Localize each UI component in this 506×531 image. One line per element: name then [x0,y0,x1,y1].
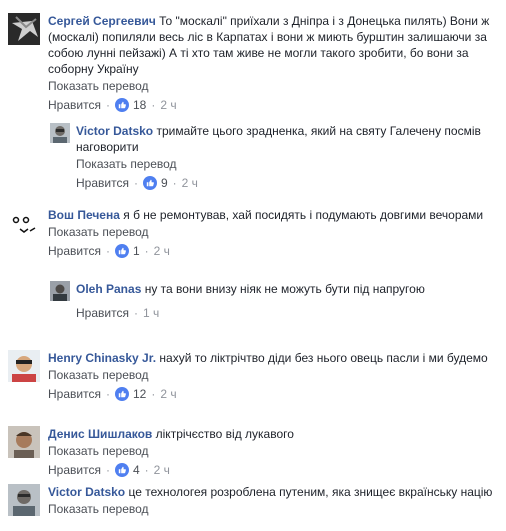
thumbs-up-icon [142,176,157,190]
reply: Oleh Panas ну та вони внизу ніяк не можу… [50,281,496,321]
avatar-image [8,426,40,458]
timestamp[interactable]: 2 ч [154,462,170,478]
show-translation-link[interactable]: Показать перевод [48,501,498,517]
avatar[interactable] [50,281,70,301]
comment: Сергей Сергеевич То "москалі" приїхали з… [8,13,498,113]
show-translation-link[interactable]: Показать перевод [48,443,498,459]
show-translation-link[interactable]: Показать перевод [48,367,498,383]
comment-actions: Нравится · 12 · 2 ч [48,386,498,402]
like-count: 9 [160,176,168,190]
comment-message: нахуй то ліктрічтво діди без нього овець… [159,351,488,365]
reply-text: Victor Datsko тримайте цього зрадненка, … [76,123,496,155]
author-name[interactable]: Victor Datsko [76,124,153,138]
reaction-count[interactable]: 18 [114,97,147,113]
like-count: 4 [132,463,140,477]
reply: Victor Datsko тримайте цього зрадненка, … [50,123,496,191]
thumbs-up-icon [114,244,129,258]
avatar[interactable] [50,123,70,143]
separator: · [144,463,149,477]
comment-message: я б не ремонтував, хай посидять і подума… [123,208,484,222]
separator: · [105,387,110,401]
reply-actions: Нравится · 9 · 2 ч [76,175,496,191]
comment: Денис Шишлаков ліктрічєство від лукавого… [8,426,498,478]
like-button[interactable]: Нравится [48,386,101,402]
avatar[interactable] [8,13,40,45]
comment-text: Вош Печена я б не ремонтував, хай посидя… [48,207,498,223]
reaction-count[interactable]: 4 [114,462,140,478]
like-button[interactable]: Нравится [76,305,129,321]
avatar[interactable] [8,207,40,239]
show-translation-link[interactable]: Показать перевод [76,156,496,172]
separator: · [151,387,156,401]
comment: Henry Chinasky Jr. нахуй то ліктрічтво д… [8,350,498,402]
comment-text: Henry Chinasky Jr. нахуй то ліктрічтво д… [48,350,498,366]
separator: · [151,98,156,112]
comment: Вош Печена я б не ремонтував, хай посидя… [8,207,498,259]
timestamp[interactable]: 2 ч [182,175,198,191]
reaction-count[interactable]: 9 [142,175,168,191]
author-name[interactable]: Henry Chinasky Jr. [48,351,156,365]
separator: · [172,176,177,190]
like-button[interactable]: Нравится [48,462,101,478]
separator: · [133,306,138,320]
author-name[interactable]: Вош Печена [48,208,120,222]
timestamp[interactable]: 2 ч [160,386,176,402]
comment-thread: Сергей Сергеевич То "москалі" приїхали з… [0,0,506,531]
comment-actions: Нравится · 4 · 2 ч [48,462,498,478]
like-count: 12 [132,387,147,401]
reply-actions: Нравится · 1 ч [76,305,496,321]
like-button[interactable]: Нравится [76,175,129,191]
avatar-image [8,207,40,239]
avatar[interactable] [8,350,40,382]
author-name[interactable]: Oleh Panas [76,282,141,296]
avatar-image [50,123,70,143]
separator: · [105,244,110,258]
author-name[interactable]: Денис Шишлаков [48,427,152,441]
comment-message: ліктрічєство від лукавого [155,427,294,441]
show-translation-link[interactable]: Показать перевод [48,224,498,240]
timestamp[interactable]: 2 ч [160,97,176,113]
thumbs-up-icon [114,98,129,112]
like-count: 1 [132,244,140,258]
thumbs-up-icon [114,387,129,401]
reply-message: ну та вони внизу ніяк не можуть бути під… [144,282,425,296]
separator: · [105,463,110,477]
comment-actions: Нравится · 18 · 2 ч [48,97,498,113]
separator: · [133,176,138,190]
avatar-image [8,484,40,516]
comment: Victor Datsko це технологея розроблена п… [8,484,498,517]
separator: · [144,244,149,258]
avatar[interactable] [8,484,40,516]
comment-text: Сергей Сергеевич То "москалі" приїхали з… [48,13,498,77]
timestamp[interactable]: 1 ч [143,305,159,321]
show-translation-link[interactable]: Показать перевод [48,78,498,94]
timestamp[interactable]: 2 ч [154,243,170,259]
thumbs-up-icon [114,463,129,477]
separator: · [105,98,110,112]
like-button[interactable]: Нравится [48,243,101,259]
comment-actions: Нравится · 1 · 2 ч [48,243,498,259]
comment-text: Денис Шишлаков ліктрічєство від лукавого [48,426,498,442]
reaction-count[interactable]: 1 [114,243,140,259]
author-name[interactable]: Сергей Сергеевич [48,14,156,28]
author-name[interactable]: Victor Datsko [48,485,125,499]
avatar-image [8,13,40,45]
avatar-image [50,281,70,301]
reaction-count[interactable]: 12 [114,386,147,402]
like-button[interactable]: Нравится [48,97,101,113]
like-count: 18 [132,98,147,112]
avatar[interactable] [8,426,40,458]
comment-message: це технологея розроблена путеним, яка зн… [128,485,493,499]
avatar-image [8,350,40,382]
comment-text: Victor Datsko це технологея розроблена п… [48,484,498,500]
reply-text: Oleh Panas ну та вони внизу ніяк не можу… [76,281,496,297]
